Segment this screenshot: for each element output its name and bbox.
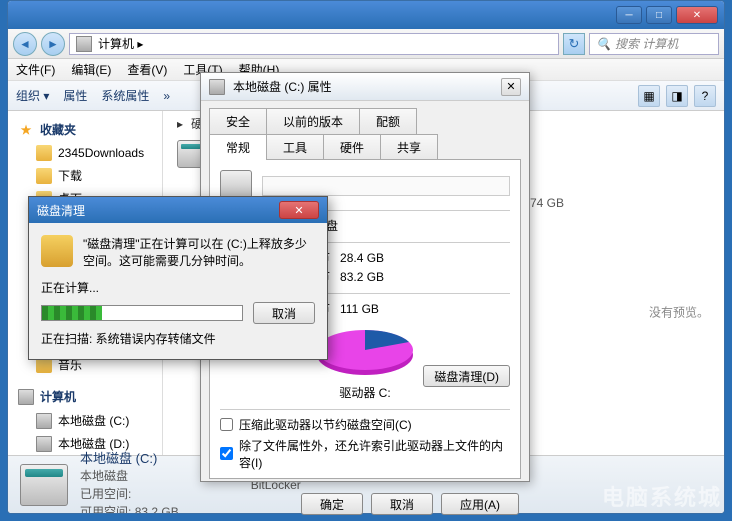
forward-button[interactable]: ► <box>41 32 65 56</box>
dialog-buttons: 确定 取消 应用(A) <box>201 487 529 521</box>
system-properties-button[interactable]: 系统属性 <box>101 87 149 104</box>
properties-button[interactable]: 属性 <box>63 87 87 104</box>
properties-titlebar[interactable]: 本地磁盘 (C:) 属性 ✕ <box>201 73 529 101</box>
cleanup-title: 磁盘清理 <box>37 202 85 219</box>
minimize-button[interactable]: ─ <box>616 6 642 24</box>
drive-large-icon <box>20 464 68 506</box>
tabs-row1: 安全 以前的版本 配额 <box>201 101 529 133</box>
sidebar-item-drive-c[interactable]: 本地磁盘 (C:) <box>8 409 162 432</box>
back-button[interactable]: ◄ <box>13 32 37 56</box>
disk-cleanup-button[interactable]: 磁盘清理(D) <box>423 365 510 387</box>
drive-icon <box>36 413 52 429</box>
sidebar-item-downloads2345[interactable]: 2345Downloads <box>8 142 162 164</box>
tab-quota[interactable]: 配额 <box>359 108 417 134</box>
drive-icon <box>36 436 52 452</box>
cancel-button[interactable]: 取消 <box>371 493 433 515</box>
view-mode-button[interactable]: ▦ <box>638 85 660 107</box>
apply-button[interactable]: 应用(A) <box>441 493 519 515</box>
progress-bar <box>41 305 243 321</box>
computer-icon <box>18 389 34 405</box>
address-bar[interactable]: 计算机 ▸ <box>69 33 559 55</box>
computer-header[interactable]: 计算机 <box>8 384 162 409</box>
preview-pane-button[interactable]: ◨ <box>666 85 688 107</box>
ok-button[interactable]: 确定 <box>301 493 363 515</box>
menu-view[interactable]: 查看(V) <box>127 61 167 78</box>
selected-title: 本地磁盘 (C:) <box>80 448 179 467</box>
search-icon: 🔍 <box>596 37 611 51</box>
scanning-label: 正在扫描: 系统错误内存转储文件 <box>41 330 315 347</box>
help-button[interactable]: ? <box>694 85 716 107</box>
nav-bar: ◄ ► 计算机 ▸ ↻ 🔍 搜索 计算机 <box>8 29 724 59</box>
sidebar-item-downloads[interactable]: 下载 <box>8 164 162 187</box>
tab-previous-versions[interactable]: 以前的版本 <box>266 108 360 134</box>
search-placeholder: 搜索 计算机 <box>615 35 678 52</box>
address-text: 计算机 ▸ <box>98 35 143 52</box>
star-icon: ★ <box>18 122 34 138</box>
calculating-label: 正在计算... <box>41 279 315 296</box>
folder-icon <box>36 145 52 161</box>
details-info: 本地磁盘 (C:) 本地磁盘 已用空间: 可用空间: 83.2 GB <box>80 448 179 514</box>
properties-title: 本地磁盘 (C:) 属性 <box>233 78 332 95</box>
computer-icon <box>76 36 92 52</box>
window-titlebar: ─ □ ✕ <box>8 1 724 29</box>
index-checkbox[interactable]: 除了文件属性外，还允许索引此驱动器上文件的内容(I) <box>220 437 510 471</box>
no-preview-text: 没有预览。 <box>649 304 709 321</box>
tab-tools[interactable]: 工具 <box>266 134 324 160</box>
drive-icon <box>209 79 225 95</box>
cleanup-close-button[interactable]: ✕ <box>279 201 319 219</box>
organize-button[interactable]: 组织 ▾ <box>16 87 49 104</box>
cleanup-message: "磁盘清理"正在计算可以在 (C:)上释放多少空间。这可能需要几分钟时间。 <box>83 235 315 269</box>
cleanup-icon <box>41 235 73 267</box>
menu-edit[interactable]: 编辑(E) <box>71 61 111 78</box>
tab-sharing[interactable]: 共享 <box>380 134 438 160</box>
folder-icon <box>36 168 52 184</box>
cleanup-cancel-button[interactable]: 取消 <box>253 302 315 324</box>
favorites-header[interactable]: ★收藏夹 <box>8 117 162 142</box>
cleanup-titlebar[interactable]: 磁盘清理 ✕ <box>29 197 327 223</box>
compress-checkbox[interactable]: 压缩此驱动器以节约磁盘空间(C) <box>220 416 510 433</box>
toolbar-overflow[interactable]: » <box>163 89 170 103</box>
tabs-row2: 常规 工具 硬件 共享 <box>201 133 529 159</box>
close-button[interactable]: ✕ <box>676 6 718 24</box>
tab-security[interactable]: 安全 <box>209 108 267 134</box>
refresh-button[interactable]: ↻ <box>563 33 585 55</box>
properties-close-button[interactable]: ✕ <box>501 78 521 96</box>
drive-name-input[interactable] <box>262 176 510 196</box>
menu-file[interactable]: 文件(F) <box>16 61 55 78</box>
tab-general[interactable]: 常规 <box>209 134 267 160</box>
maximize-button[interactable]: □ <box>646 6 672 24</box>
tab-hardware[interactable]: 硬件 <box>323 134 381 160</box>
disk-cleanup-dialog: 磁盘清理 ✕ "磁盘清理"正在计算可以在 (C:)上释放多少空间。这可能需要几分… <box>28 196 328 360</box>
search-box[interactable]: 🔍 搜索 计算机 <box>589 33 719 55</box>
